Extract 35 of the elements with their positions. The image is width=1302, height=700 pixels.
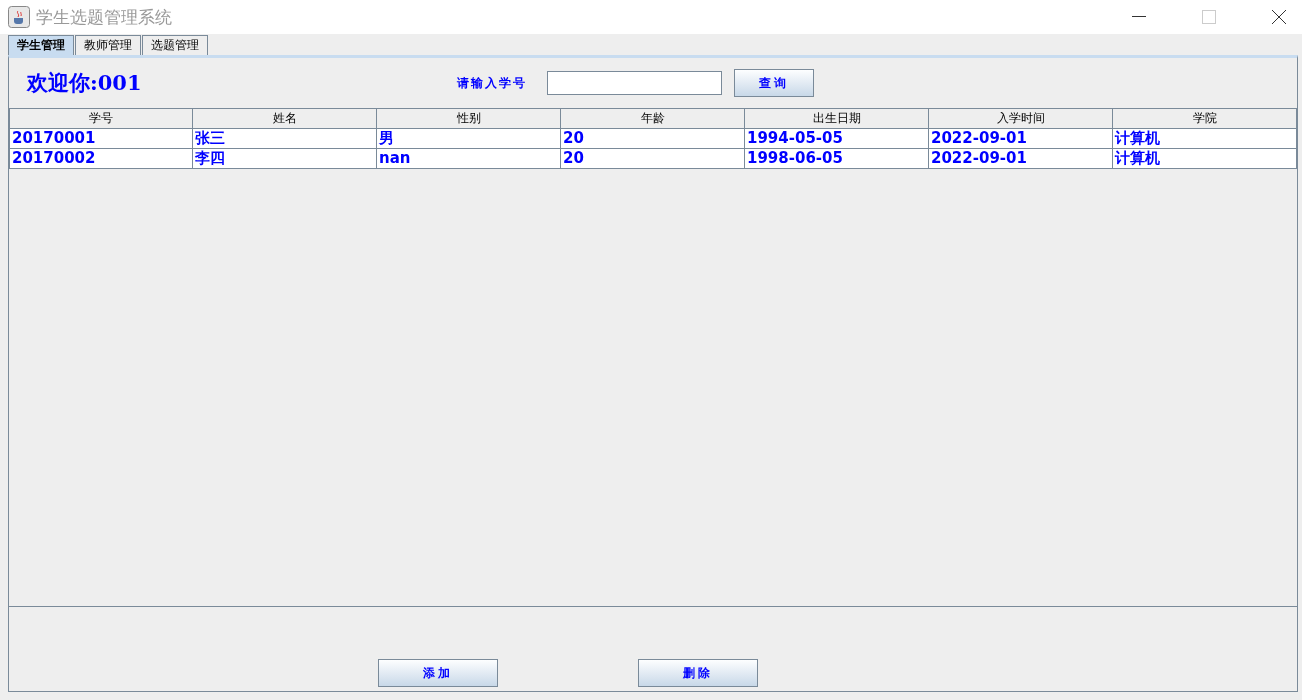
close-icon (1271, 9, 1287, 25)
column-header[interactable]: 出生日期 (745, 108, 929, 129)
tab[interactable]: 学生管理 (8, 35, 74, 55)
table-cell: 1998-06-05 (745, 149, 929, 169)
table-cell: 计算机 (1113, 129, 1297, 149)
query-button[interactable]: 查询 (734, 69, 814, 97)
student-id-field[interactable] (547, 71, 722, 95)
table-cell: nan (377, 149, 561, 169)
table-cell: 20 (561, 129, 745, 149)
maximize-icon (1202, 10, 1216, 24)
column-header[interactable]: 性别 (377, 108, 561, 129)
table-cell: 计算机 (1113, 149, 1297, 169)
window-title: 学生选题管理系统 (36, 5, 172, 29)
table-cell: 男 (377, 129, 561, 149)
tab[interactable]: 教师管理 (75, 35, 141, 55)
student-id-label: 请输入学号 (457, 74, 527, 92)
column-header[interactable]: 姓名 (193, 108, 377, 129)
table-cell: 张三 (193, 129, 377, 149)
table-cell: 20170002 (9, 149, 193, 169)
welcome-text: 欢迎你:001 (27, 69, 143, 97)
column-header[interactable]: 学号 (9, 108, 193, 129)
minimize-icon (1132, 16, 1146, 18)
table-cell: 李四 (193, 149, 377, 169)
table-cell: 2022-09-01 (929, 129, 1113, 149)
table-cell: 20 (561, 149, 745, 169)
column-header[interactable]: 年龄 (561, 108, 745, 129)
column-header[interactable]: 入学时间 (929, 108, 1113, 129)
tab[interactable]: 选题管理 (142, 35, 208, 55)
table-cell: 2022-09-01 (929, 149, 1113, 169)
table-cell: 20170001 (9, 129, 193, 149)
java-cup-icon (8, 6, 30, 28)
column-header[interactable]: 学院 (1113, 108, 1297, 129)
action-button[interactable]: 添加 (378, 659, 498, 687)
action-button[interactable]: 删除 (638, 659, 758, 687)
table-cell: 1994-05-05 (745, 129, 929, 149)
